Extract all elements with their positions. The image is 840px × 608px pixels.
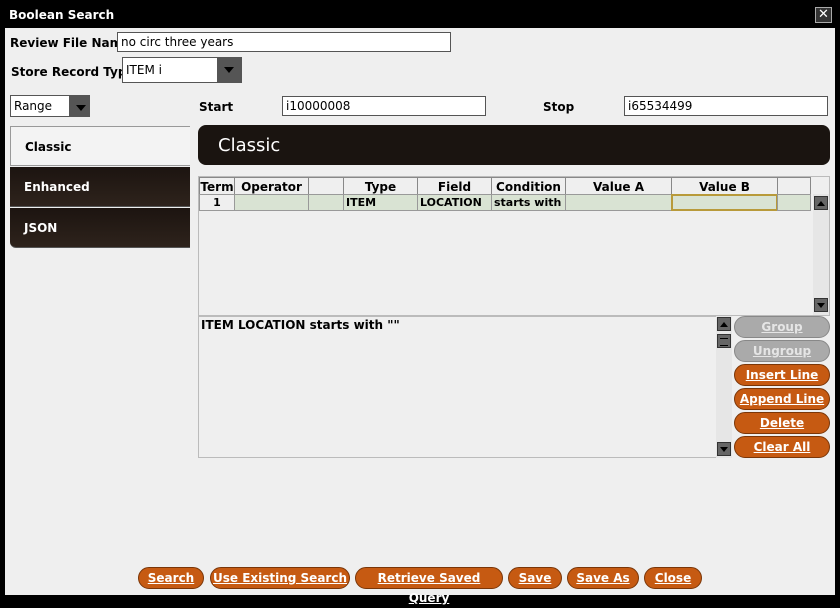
tab-label: JSON xyxy=(24,221,58,235)
column-header-condition[interactable]: Condition xyxy=(491,177,566,195)
save-button[interactable]: Save xyxy=(508,567,562,589)
retrieve-saved-query-button[interactable]: Retrieve Saved Query xyxy=(355,567,503,605)
column-header-blank[interactable] xyxy=(308,177,344,195)
table-row-blank[interactable] xyxy=(308,194,344,211)
query-text-area[interactable]: ITEM LOCATION starts with "" xyxy=(198,316,732,458)
delete-button[interactable]: Delete xyxy=(734,412,830,434)
grid-scrollbar[interactable] xyxy=(813,194,829,315)
column-header-value-b[interactable]: Value B xyxy=(671,177,778,195)
close-window-icon[interactable]: ✕ xyxy=(815,7,832,23)
store-record-type-value: ITEM i xyxy=(126,63,162,77)
terms-grid: Term Operator Type Field Condition Value… xyxy=(198,176,830,316)
store-record-type-label: Store Record Type: xyxy=(11,65,140,79)
table-row-field[interactable]: LOCATION xyxy=(417,194,492,211)
group-button[interactable]: Group xyxy=(734,316,830,338)
scroll-down-icon[interactable] xyxy=(717,442,731,456)
search-button[interactable]: Search xyxy=(138,567,204,589)
scroll-down-icon[interactable] xyxy=(814,298,828,312)
table-row-value-a[interactable] xyxy=(565,194,672,211)
column-header-type[interactable]: Type xyxy=(343,177,418,195)
start-label: Start xyxy=(199,100,234,114)
table-row-extra xyxy=(777,194,811,211)
column-header-value-a[interactable]: Value A xyxy=(565,177,672,195)
window-title: Boolean Search xyxy=(9,8,115,22)
use-existing-search-button[interactable]: Use Existing Search xyxy=(210,567,350,589)
column-header-field[interactable]: Field xyxy=(417,177,492,195)
stop-input[interactable]: i65534499 xyxy=(624,96,828,116)
ungroup-button[interactable]: Ungroup xyxy=(734,340,830,362)
scroll-thumb-icon[interactable] xyxy=(717,334,731,348)
store-record-type-select[interactable]: ITEM i xyxy=(122,57,242,83)
review-file-name-input[interactable]: no circ three years xyxy=(117,32,451,52)
tab-json[interactable]: JSON xyxy=(10,208,190,248)
panel-title: Classic xyxy=(198,125,830,165)
append-line-button[interactable]: Append Line xyxy=(734,388,830,410)
scroll-up-icon[interactable] xyxy=(814,196,828,210)
save-as-button[interactable]: Save As xyxy=(567,567,639,589)
chevron-down-icon[interactable] xyxy=(69,96,89,116)
range-select-value: Range xyxy=(14,99,53,113)
clear-all-button[interactable]: Clear All xyxy=(734,436,830,458)
query-scrollbar[interactable] xyxy=(716,316,732,458)
boolean-search-window: Boolean Search ✕ Review File Name: no ci… xyxy=(0,0,840,605)
tab-label: Classic xyxy=(25,140,72,154)
table-row-value-b[interactable] xyxy=(671,194,778,211)
table-row-type[interactable]: ITEM xyxy=(343,194,418,211)
insert-line-button[interactable]: Insert Line xyxy=(734,364,830,386)
stop-label: Stop xyxy=(543,100,575,114)
tab-classic[interactable]: Classic xyxy=(10,126,190,166)
close-button[interactable]: Close xyxy=(644,567,702,589)
range-select[interactable]: Range xyxy=(10,95,90,117)
window-titlebar: Boolean Search xyxy=(0,0,840,28)
column-header-operator[interactable]: Operator xyxy=(234,177,309,195)
column-header-extra[interactable] xyxy=(777,177,811,195)
start-input[interactable]: i10000008 xyxy=(282,96,486,116)
chevron-down-icon[interactable] xyxy=(217,58,241,82)
scroll-up-icon[interactable] xyxy=(717,317,731,331)
table-row-term[interactable]: 1 xyxy=(199,194,235,211)
query-text: ITEM LOCATION starts with "" xyxy=(201,318,400,332)
tab-label: Enhanced xyxy=(24,180,90,194)
column-header-term[interactable]: Term xyxy=(199,177,235,195)
table-row-operator[interactable] xyxy=(234,194,309,211)
tab-enhanced[interactable]: Enhanced xyxy=(10,167,190,207)
table-row-condition[interactable]: starts with xyxy=(491,194,566,211)
